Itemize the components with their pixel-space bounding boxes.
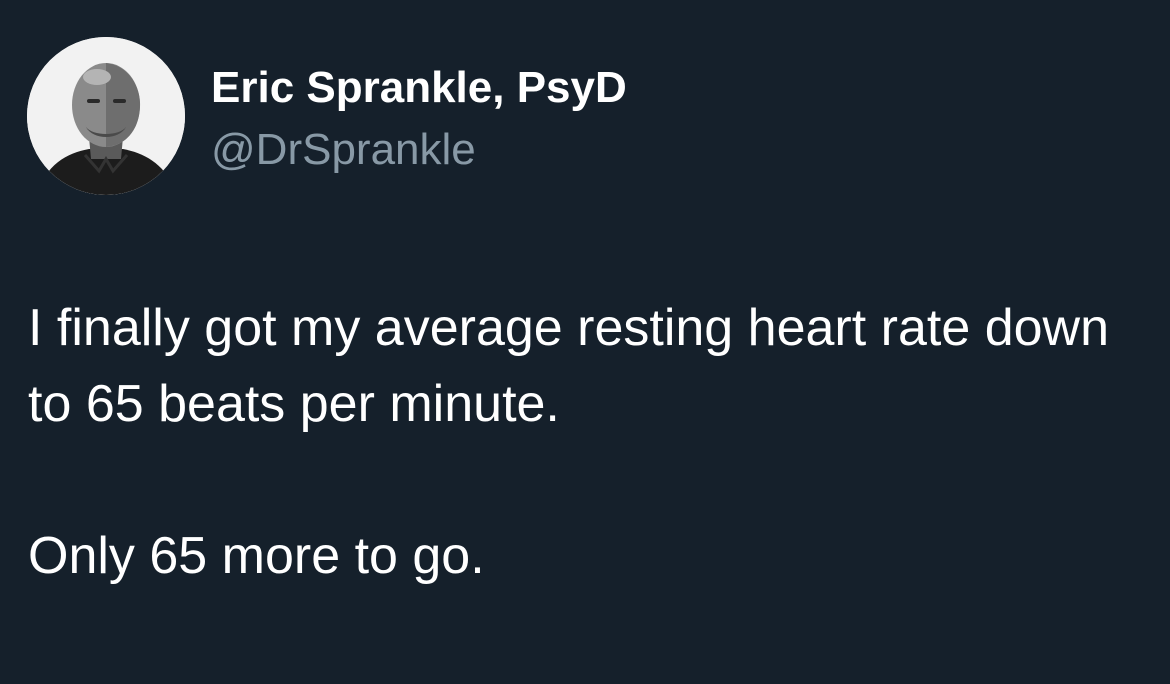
tweet-paragraph-2: Only 65 more to go. <box>28 527 485 585</box>
tweet-text: I finally got my average resting heart r… <box>28 290 1148 594</box>
avatar[interactable] <box>27 37 185 195</box>
avatar-image <box>27 37 185 195</box>
tweet-card: Eric Sprankle, PsyD @DrSprankle I finall… <box>0 0 1170 684</box>
author-display-name[interactable]: Eric Sprankle, PsyD <box>211 60 627 116</box>
author-handle[interactable]: @DrSprankle <box>211 122 476 178</box>
tweet-paragraph-1: I finally got my average resting heart r… <box>28 299 1110 433</box>
